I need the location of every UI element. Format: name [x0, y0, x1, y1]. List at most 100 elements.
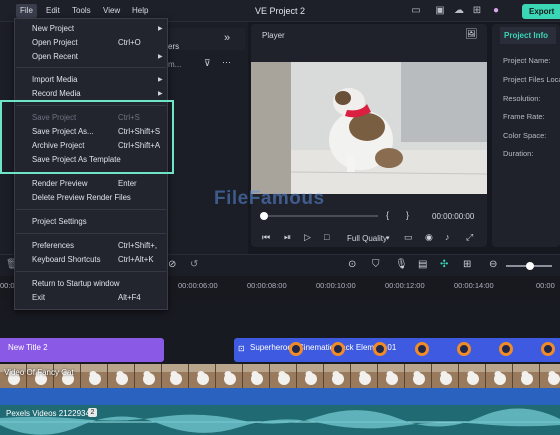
- highlight-box: [0, 100, 174, 174]
- display-icon[interactable]: ▭: [404, 232, 413, 243]
- stop-icon[interactable]: □: [324, 232, 329, 242]
- ruler-tick: 00:00:14:00: [454, 281, 494, 290]
- zoom-handle[interactable]: [526, 262, 534, 270]
- speed-icon[interactable]: ⊘: [168, 259, 176, 270]
- video-clip-label: Video Of Fancy Cat: [4, 368, 74, 377]
- filter-icon[interactable]: ⊽: [204, 58, 211, 69]
- submenu-arrow-icon: ▶: [158, 54, 163, 60]
- audio-clip-badge: 2: [88, 408, 97, 417]
- mic-icon[interactable]: 🎙: [395, 259, 408, 270]
- info-project-files: Project Files Loca: [503, 75, 560, 84]
- export-button[interactable]: Export: [522, 4, 560, 19]
- collapse-icon[interactable]: »: [224, 32, 230, 44]
- menu-separator: [16, 233, 166, 234]
- video-clip-thumbnails: [0, 364, 560, 388]
- menu-item-open-recent[interactable]: Open Recent: [32, 52, 78, 61]
- submenu-arrow-icon: ▶: [158, 26, 163, 32]
- watermark: FileFamous: [214, 188, 325, 209]
- ruler-tick: 00:00:10:00: [316, 281, 356, 290]
- player-label: Player: [262, 31, 285, 40]
- info-project-name: Project Name:: [503, 56, 551, 65]
- video-frame: [251, 62, 487, 194]
- menu-item-new-project[interactable]: New Project: [32, 24, 74, 33]
- element-thumb: [289, 342, 303, 356]
- more-icon[interactable]: ⋯: [222, 57, 231, 68]
- window-title: VE Project 2: [254, 6, 306, 16]
- menu-help[interactable]: Help: [128, 4, 152, 18]
- menu-separator: [16, 271, 166, 272]
- marker-icon[interactable]: ⛉: [372, 259, 380, 270]
- avatar-icon[interactable]: ●: [490, 5, 502, 17]
- play-icon[interactable]: ▷: [304, 232, 311, 243]
- info-duration: Duration:: [503, 149, 534, 158]
- render-icon[interactable]: ⊙: [348, 259, 356, 270]
- save-icon[interactable]: ▣: [434, 5, 446, 17]
- menu-item-exit[interactable]: Exit: [32, 293, 45, 302]
- grid-icon[interactable]: ⊞: [471, 5, 483, 17]
- ruler-tick: 00:00:08:00: [247, 281, 287, 290]
- menu-edit[interactable]: Edit: [42, 4, 64, 18]
- prev-frame-icon[interactable]: ⏮: [262, 232, 270, 243]
- submenu-arrow-icon: ▶: [158, 77, 163, 83]
- snapshot-icon[interactable]: 🖼: [465, 29, 478, 40]
- element-thumb: [499, 342, 513, 356]
- menu-item-preferences[interactable]: Preferences: [32, 241, 74, 250]
- menu-item-return-startup[interactable]: Return to Startup window: [32, 279, 120, 288]
- menu-item-keyboard-shortcuts[interactable]: Keyboard Shortcuts: [32, 255, 100, 264]
- quality-select[interactable]: Full Quality: [347, 234, 387, 243]
- video-preview: [251, 62, 487, 194]
- element-thumb: [415, 342, 429, 356]
- shortcut-open-project: Ctrl+O: [118, 38, 141, 47]
- zoom-out-icon[interactable]: ⊖: [489, 259, 497, 270]
- info-frame-rate: Frame Rate:: [503, 112, 545, 121]
- video-clip-audio-strip: [0, 388, 560, 405]
- split-icon[interactable]: ⊞: [463, 259, 471, 270]
- element-thumb: [541, 342, 555, 356]
- video-clip[interactable]: [0, 364, 560, 388]
- menu-file[interactable]: File: [16, 4, 37, 18]
- shortcut-keyboard-shortcuts: Ctrl+Alt+K: [118, 255, 154, 264]
- cloud-icon[interactable]: ☁: [453, 5, 465, 17]
- search-fragment[interactable]: m...: [168, 60, 181, 69]
- volume-icon[interactable]: ♪: [445, 232, 450, 242]
- menu-item-delete-render-files[interactable]: Delete Preview Render Files: [32, 193, 131, 202]
- ruler-tick: 00:00:06:00: [178, 281, 218, 290]
- ruler-tick: 00:00: [536, 281, 555, 290]
- element-thumb: [457, 342, 471, 356]
- reverse-icon[interactable]: ↺: [190, 259, 198, 270]
- menu-item-record-media[interactable]: Record Media: [32, 89, 81, 98]
- snap-icon[interactable]: ✣: [440, 259, 448, 270]
- menu-tools[interactable]: Tools: [68, 4, 95, 18]
- ai-icon[interactable]: ▤: [418, 259, 427, 270]
- chevron-down-icon[interactable]: ▾: [386, 234, 390, 242]
- menu-separator: [16, 67, 166, 68]
- info-color-space: Color Space:: [503, 131, 547, 140]
- element-thumb: [331, 342, 345, 356]
- shortcut-render-preview: Enter: [118, 179, 137, 188]
- element-thumb: [373, 342, 387, 356]
- title-clip[interactable]: New Title 2: [0, 338, 164, 362]
- project-info-tab[interactable]: Project Info: [500, 27, 556, 44]
- info-resolution: Resolution:: [503, 94, 541, 103]
- mark-out-icon[interactable]: }: [406, 210, 409, 220]
- element-clip-icon: ⊡: [238, 344, 245, 353]
- audio-clip-label: Pexels Videos 2122934: [6, 409, 90, 418]
- layout-icon[interactable]: ▭: [410, 5, 422, 17]
- menu-item-open-project[interactable]: Open Project: [32, 38, 78, 47]
- player-scrubber[interactable]: [262, 215, 378, 217]
- shortcut-preferences: Ctrl+Shift+,: [118, 241, 157, 250]
- fullscreen-icon[interactable]: ⤢: [466, 232, 473, 243]
- scrubber-handle[interactable]: [260, 212, 268, 220]
- ruler-tick: 00:00:12:00: [385, 281, 425, 290]
- mark-in-icon[interactable]: {: [386, 210, 389, 220]
- menu-item-render-preview[interactable]: Render Preview: [32, 179, 87, 188]
- submenu-arrow-icon: ▶: [158, 91, 163, 97]
- next-frame-icon[interactable]: ⏯: [284, 232, 291, 243]
- shortcut-exit: Alt+F4: [118, 293, 141, 302]
- player-timecode: 00:00:00:00: [432, 212, 475, 221]
- menu-item-import-media[interactable]: Import Media: [32, 75, 78, 84]
- camera-icon[interactable]: ◉: [425, 232, 433, 243]
- menu-item-project-settings[interactable]: Project Settings: [32, 217, 87, 226]
- menu-separator: [16, 209, 166, 210]
- menu-view[interactable]: View: [99, 4, 124, 18]
